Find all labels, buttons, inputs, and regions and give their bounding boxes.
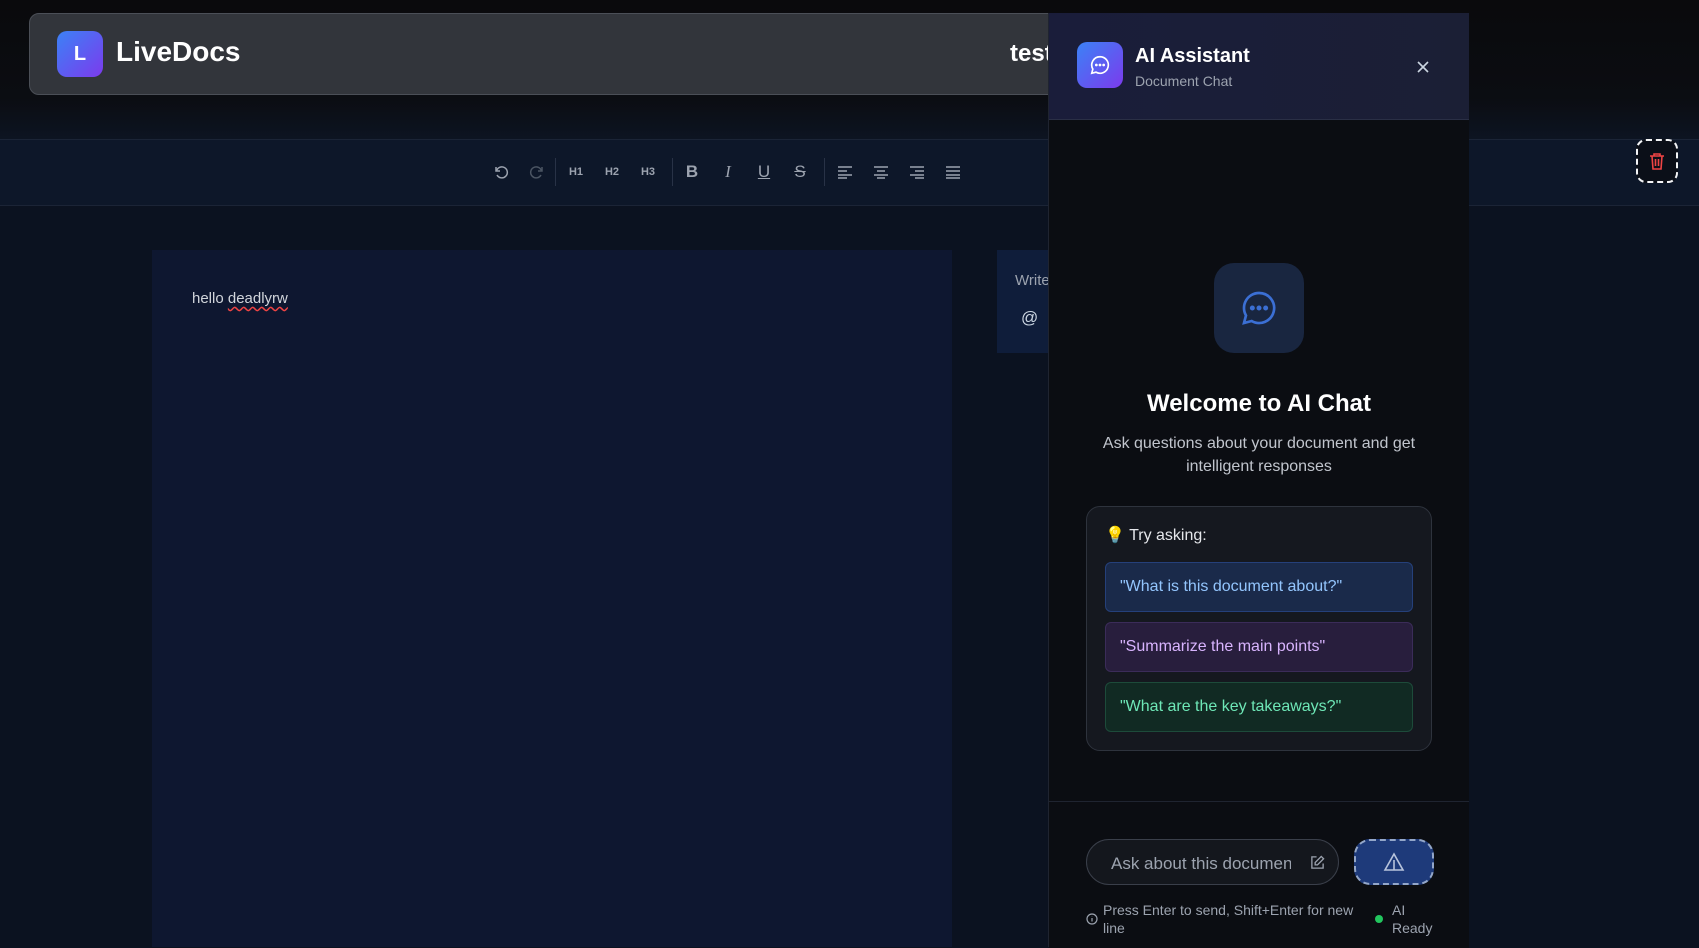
bold-button[interactable]: B — [676, 156, 708, 188]
align-left-button[interactable] — [829, 156, 861, 188]
ai-logo — [1077, 42, 1123, 88]
close-icon — [1417, 61, 1429, 73]
align-right-button[interactable] — [901, 156, 933, 188]
trash-icon — [1650, 153, 1664, 170]
suggestions-title: 💡 Try asking: — [1105, 527, 1207, 544]
ai-panel-header: AI Assistant Document Chat — [1049, 13, 1469, 120]
send-button[interactable] — [1354, 839, 1434, 885]
undo-icon — [495, 166, 509, 179]
chat-input-area: Press Enter to send, Shift+Enter for new… — [1049, 801, 1469, 948]
ai-status-text: AI Ready — [1392, 902, 1433, 936]
suggestion-button[interactable]: "Summarize the main points" — [1105, 622, 1413, 672]
document-editor[interactable]: hello deadlyrw — [152, 250, 952, 947]
toolbar-divider — [555, 158, 556, 186]
close-panel-button[interactable] — [1411, 55, 1435, 79]
suggestion-button[interactable]: "What is this document about?" — [1105, 562, 1413, 612]
mention-button[interactable]: @ — [1021, 308, 1038, 328]
strikethrough-button[interactable]: S — [784, 156, 816, 188]
align-center-button[interactable] — [865, 156, 897, 188]
heading-1-button[interactable]: H1 — [560, 156, 592, 188]
redo-icon — [529, 166, 543, 179]
undo-button[interactable] — [485, 156, 517, 188]
chat-bubble-icon — [1090, 55, 1110, 75]
align-left-icon — [838, 166, 852, 179]
editor-text: hello — [192, 290, 228, 307]
heading-2-button[interactable]: H2 — [596, 156, 628, 188]
chat-hero-icon-box — [1214, 263, 1304, 353]
suggestions-card: 💡 Try asking: "What is this document abo… — [1086, 506, 1432, 751]
info-icon — [1086, 913, 1098, 925]
input-hint-text: Press Enter to send, Shift+Enter for new… — [1103, 902, 1354, 936]
redo-button[interactable] — [521, 156, 553, 188]
chat-input-wrapper — [1086, 839, 1339, 885]
italic-button[interactable]: I — [712, 156, 744, 188]
send-icon — [1383, 852, 1405, 871]
welcome-title: Welcome to AI Chat — [1146, 390, 1372, 417]
app-name[interactable]: LiveDocs — [116, 36, 241, 68]
ai-panel-title: AI Assistant — [1135, 45, 1250, 67]
toolbar-divider — [672, 158, 673, 186]
edit-icon[interactable] — [1307, 852, 1327, 872]
align-justify-icon — [946, 166, 960, 179]
chat-bubble-icon — [1242, 291, 1276, 325]
ai-assistant-panel: AI Assistant Document Chat Welcome to AI… — [1048, 13, 1469, 948]
suggestion-button[interactable]: "What are the key takeaways?" — [1105, 682, 1413, 732]
align-justify-button[interactable] — [937, 156, 969, 188]
align-center-icon — [874, 166, 888, 179]
comment-write-label[interactable]: Write — [1015, 272, 1050, 289]
chat-input[interactable] — [1109, 852, 1293, 876]
heading-3-button[interactable]: H3 — [632, 156, 664, 188]
editor-content[interactable]: hello deadlyrw — [192, 290, 288, 307]
underline-button[interactable]: U — [748, 156, 780, 188]
status-dot — [1375, 915, 1383, 923]
ai-panel-subtitle: Document Chat — [1135, 73, 1233, 89]
welcome-subtitle: Ask questions about your document and ge… — [1102, 435, 1416, 475]
toolbar-divider — [824, 158, 825, 186]
edit-icon — [1310, 854, 1325, 869]
misspelled-word: deadlyrw — [227, 290, 288, 307]
app-logo[interactable]: L — [57, 31, 103, 77]
document-title[interactable]: test — [1010, 40, 1053, 68]
delete-document-button[interactable] — [1636, 139, 1678, 183]
align-right-icon — [910, 166, 924, 179]
